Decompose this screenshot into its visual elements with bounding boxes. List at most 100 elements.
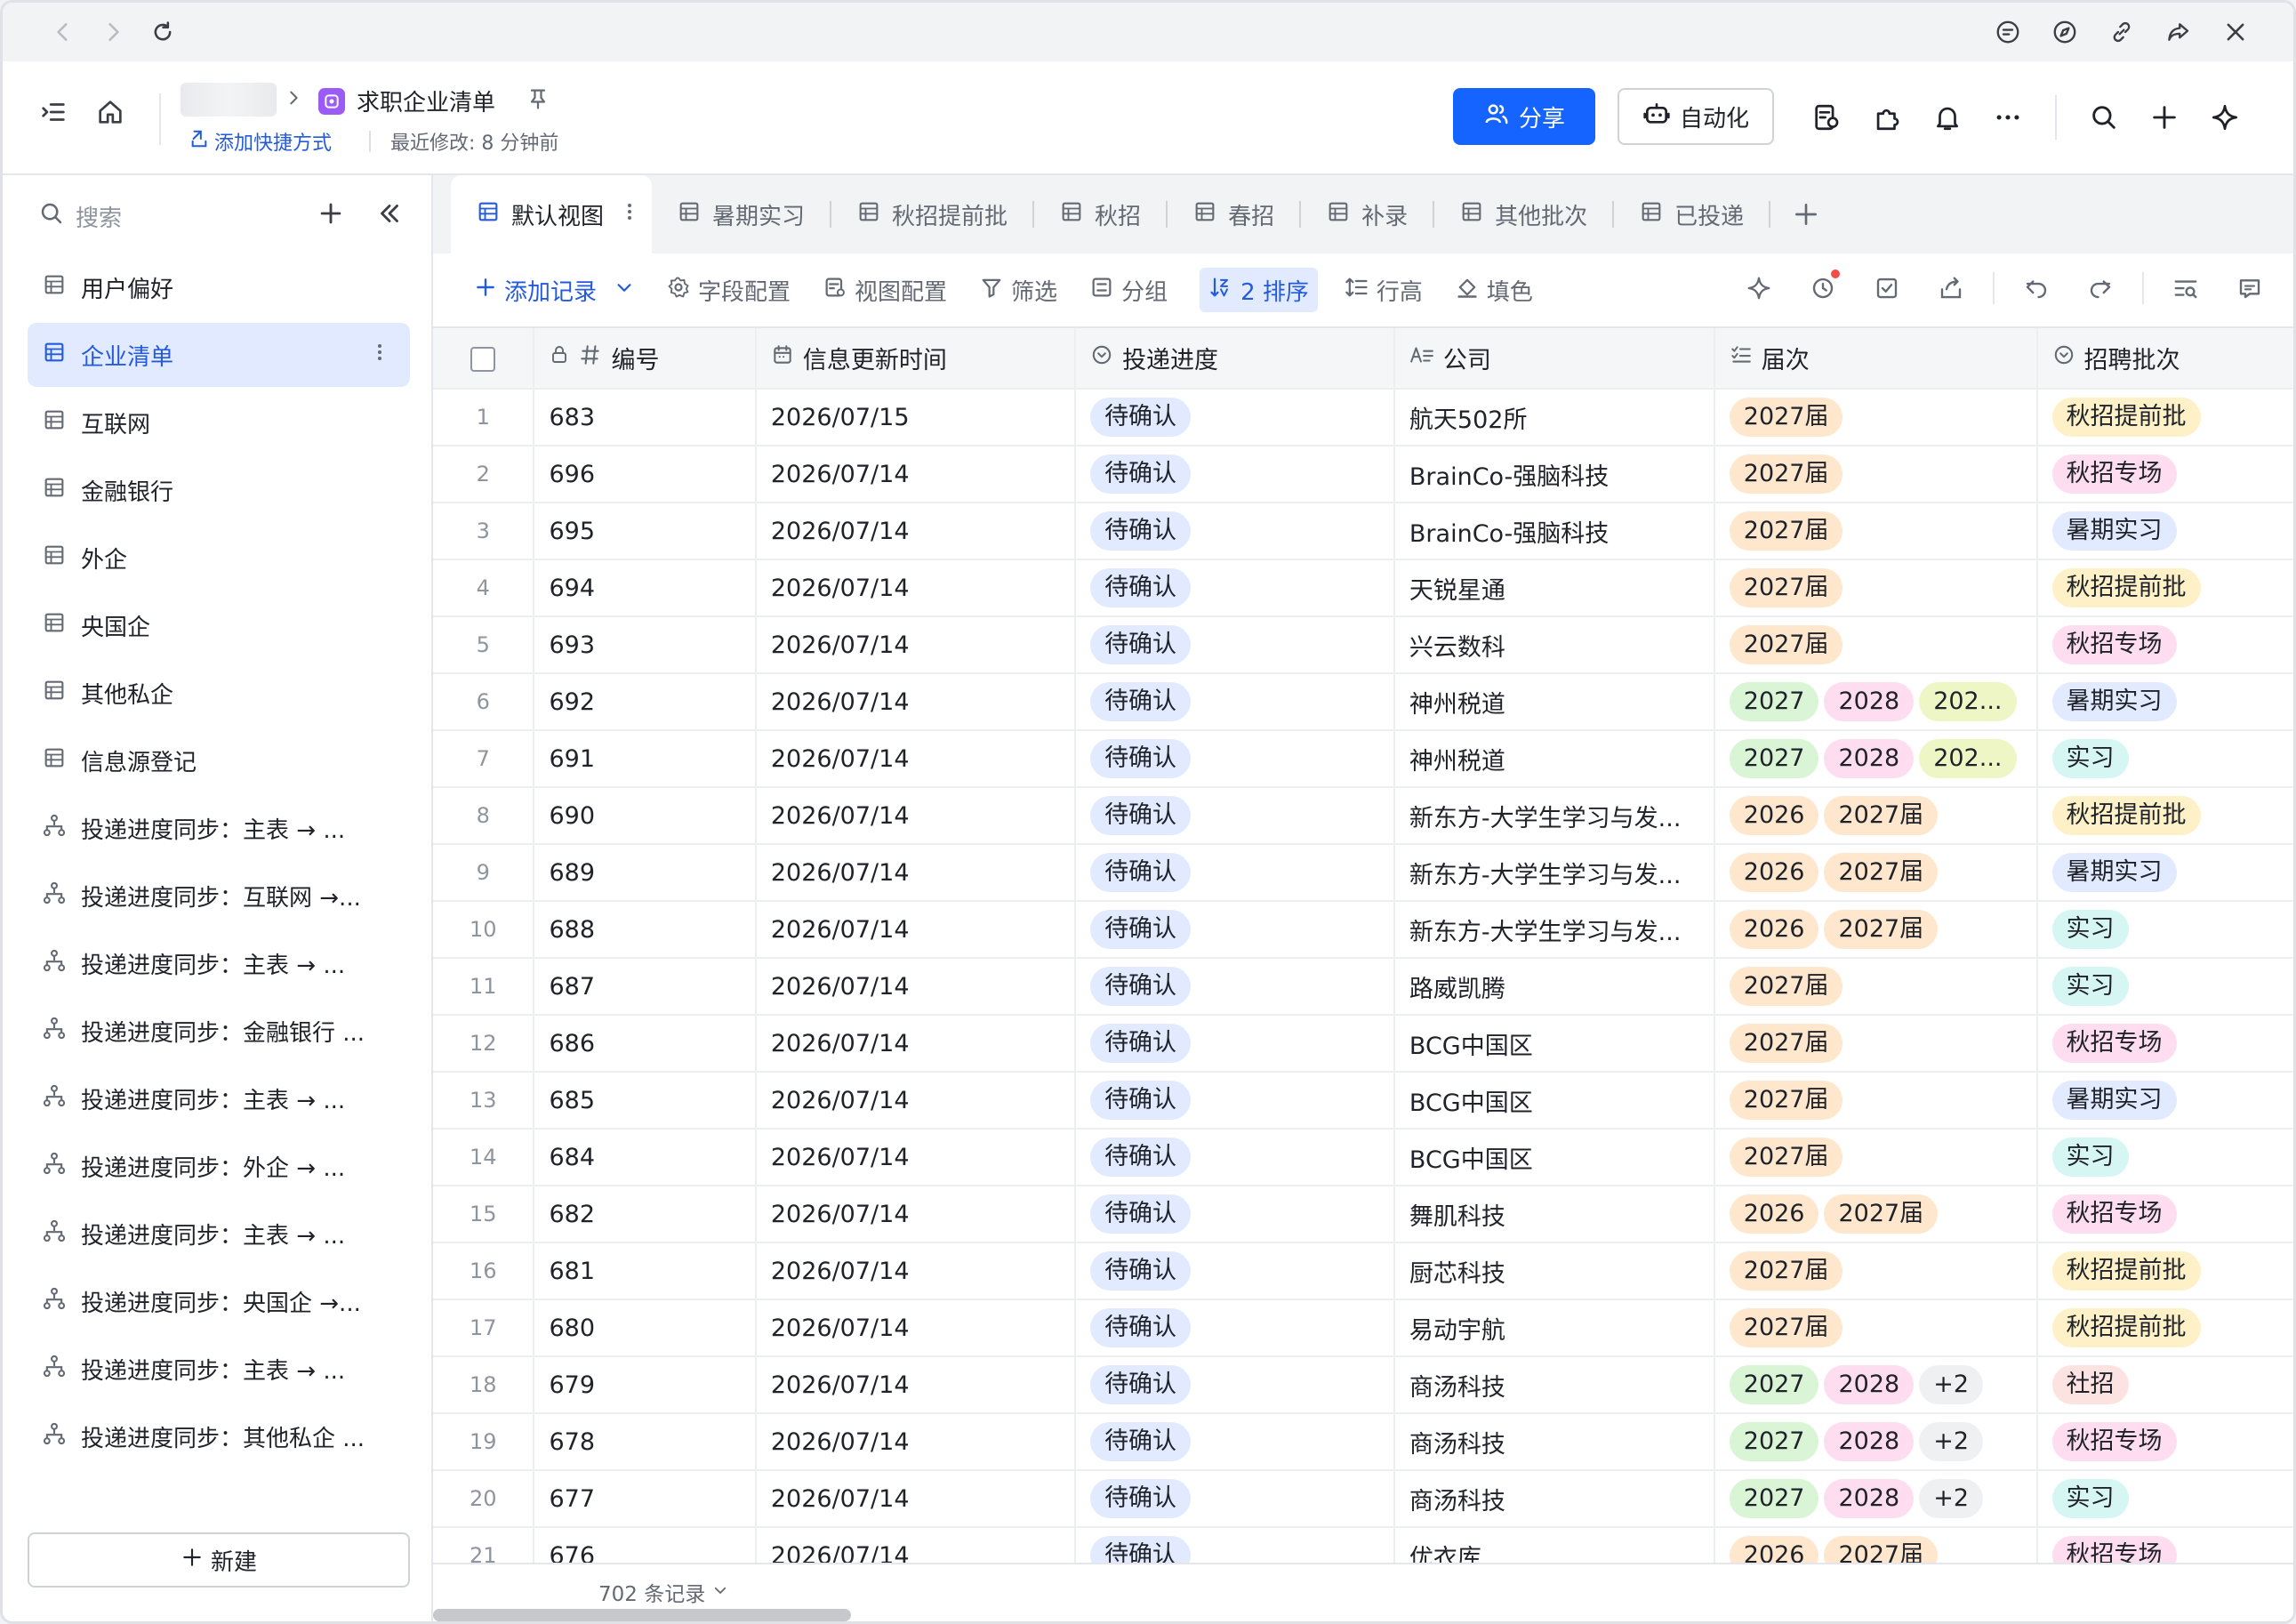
field-config-button[interactable]: 字段配置 (666, 268, 791, 312)
home-icon[interactable] (95, 97, 125, 131)
cell-company[interactable]: 兴云数科 (1393, 616, 1715, 674)
cell-cohort[interactable]: 2027届 (1714, 446, 2038, 503)
cell-progress[interactable]: 待确认 (1075, 616, 1395, 674)
cell-id[interactable]: 684 (534, 1129, 757, 1186)
sidebar-item[interactable]: 央国企 (28, 593, 410, 657)
cell-progress[interactable]: 待确认 (1075, 958, 1395, 1016)
cell-progress[interactable]: 待确认 (1075, 1527, 1395, 1563)
cell-progress[interactable]: 待确认 (1075, 1242, 1395, 1300)
cell-batch[interactable]: 实习 (2036, 1129, 2293, 1186)
new-table-button[interactable]: 新建 (28, 1532, 410, 1588)
view-tab[interactable]: 已投递 (1614, 175, 1769, 253)
column-header-updated-time[interactable]: 信息更新时间 (755, 328, 1077, 390)
cell-updated-time[interactable]: 2026/07/14 (755, 1072, 1077, 1130)
cell-company[interactable]: 新东方-大学生学习与发... (1393, 844, 1715, 902)
plugin-icon[interactable] (1865, 95, 1909, 140)
table-row[interactable]: 10 688 2026/07/14 待确认 新东方-大学生学习与发... 2026 2027… (433, 901, 2293, 959)
cell-batch[interactable]: 实习 (2036, 730, 2293, 788)
bell-icon[interactable] (1925, 95, 1970, 140)
cell-id[interactable]: 685 (534, 1072, 757, 1130)
table-row[interactable]: 11 687 2026/07/14 待确认 路威凯腾 2027届 实习 (433, 958, 2293, 1016)
cell-id[interactable]: 680 (534, 1299, 757, 1357)
cell-updated-time[interactable]: 2026/07/14 (755, 1186, 1077, 1243)
view-config-button[interactable]: 视图配置 (823, 268, 947, 312)
checklist-icon[interactable] (1865, 266, 1909, 310)
table-row[interactable]: 20 677 2026/07/14 待确认 商汤科技 2027 2028 +2 实习 (433, 1470, 2293, 1528)
sidebar-item[interactable]: 投递进度同步：主表 → ... (28, 796, 410, 860)
filter-button[interactable]: 筛选 (979, 268, 1057, 312)
cell-batch[interactable]: 暑期实习 (2036, 844, 2293, 902)
cell-cohort[interactable]: 2026 2027届 (1714, 901, 2038, 959)
sidebar-item[interactable]: 外企 (28, 526, 410, 590)
cell-progress[interactable]: 待确认 (1075, 559, 1395, 617)
cell-batch[interactable]: 秋招专场 (2036, 1527, 2293, 1563)
sidebar-item[interactable]: 投递进度同步：外企 → ... (28, 1134, 410, 1198)
cell-cohort[interactable]: 2027届 (1714, 1015, 2038, 1073)
link-icon[interactable] (2099, 7, 2144, 57)
add-shortcut-link[interactable]: 添加快捷方式 (189, 127, 332, 156)
cell-cohort[interactable]: 2027届 (1714, 389, 2038, 446)
view-tab[interactable]: 补录 (1301, 175, 1433, 253)
sidebar-item[interactable]: 投递进度同步：互联网 →... (28, 864, 410, 928)
cell-batch[interactable]: 实习 (2036, 901, 2293, 959)
cell-batch[interactable]: 秋招提前批 (2036, 1299, 2293, 1357)
add-view-icon[interactable] (1770, 175, 1842, 253)
cell-cohort[interactable]: 2027 2028 +2 (1714, 1470, 2038, 1528)
cell-batch[interactable]: 秋招专场 (2036, 1413, 2293, 1471)
table-row[interactable]: 7 691 2026/07/14 待确认 神州税道 2027 2028 202... 实习 (433, 730, 2293, 788)
cell-progress[interactable]: 待确认 (1075, 1299, 1395, 1357)
ai-sparkle-icon[interactable] (2203, 95, 2247, 140)
breadcrumb-parent-blurred[interactable] (181, 83, 277, 117)
table-row[interactable]: 6 692 2026/07/14 待确认 神州税道 2027 2028 202... 暑期实习 (433, 673, 2293, 731)
cell-cohort[interactable]: 2027届 (1714, 1129, 2038, 1186)
cell-progress[interactable]: 待确认 (1075, 730, 1395, 788)
cell-company[interactable]: BCG中国区 (1393, 1015, 1715, 1073)
cell-progress[interactable]: 待确认 (1075, 844, 1395, 902)
cell-id[interactable]: 695 (534, 502, 757, 560)
sidebar-item[interactable]: 投递进度同步：其他私企 ... (28, 1404, 410, 1468)
cell-company[interactable]: 天锐星通 (1393, 559, 1715, 617)
cell-id[interactable]: 689 (534, 844, 757, 902)
cell-batch[interactable]: 暑期实习 (2036, 502, 2293, 560)
cell-updated-time[interactable]: 2026/07/14 (755, 844, 1077, 902)
table-row[interactable]: 17 680 2026/07/14 待确认 易动宇航 2027届 秋招提前批 (433, 1299, 2293, 1357)
share-button[interactable]: 分享 (1453, 88, 1595, 145)
cell-cohort[interactable]: 2026 2027届 (1714, 1527, 2038, 1563)
cell-progress[interactable]: 待确认 (1075, 673, 1395, 731)
sidebar-item[interactable]: 其他私企 (28, 661, 410, 725)
cell-progress[interactable]: 待确认 (1075, 1129, 1395, 1186)
table-row[interactable]: 4 694 2026/07/14 待确认 天锐星通 2027届 秋招提前批 (433, 559, 2293, 617)
automation-button[interactable]: 自动化 (1618, 88, 1774, 145)
cell-progress[interactable]: 待确认 (1075, 901, 1395, 959)
cell-updated-time[interactable]: 2026/07/14 (755, 1413, 1077, 1471)
group-button[interactable]: 分组 (1089, 268, 1168, 312)
view-tab[interactable]: 其他批次 (1434, 175, 1612, 253)
cell-cohort[interactable]: 2027届 (1714, 1242, 2038, 1300)
outline-toggle-icon[interactable] (38, 97, 68, 131)
close-icon[interactable] (2213, 7, 2258, 57)
form-icon[interactable] (1804, 95, 1849, 140)
table-row[interactable]: 8 690 2026/07/14 待确认 新东方-大学生学习与发... 2026 2027届… (433, 787, 2293, 845)
view-tab[interactable]: 暑期实习 (652, 175, 830, 253)
cell-updated-time[interactable]: 2026/07/14 (755, 730, 1077, 788)
forward-icon[interactable] (88, 7, 138, 57)
history-icon[interactable] (1801, 266, 1845, 310)
comment-icon[interactable] (2228, 266, 2272, 310)
cell-updated-time[interactable]: 2026/07/15 (755, 389, 1077, 446)
cell-batch[interactable]: 秋招专场 (2036, 446, 2293, 503)
cell-progress[interactable]: 待确认 (1075, 1356, 1395, 1414)
row-height-button[interactable]: 行高 (1345, 268, 1423, 312)
cell-id[interactable]: 690 (534, 787, 757, 845)
export-share-icon[interactable] (1929, 266, 1973, 310)
cell-updated-time[interactable]: 2026/07/14 (755, 559, 1077, 617)
table-row[interactable]: 13 685 2026/07/14 待确认 BCG中国区 2027届 暑期实习 (433, 1072, 2293, 1130)
table-row[interactable]: 16 681 2026/07/14 待确认 厨芯科技 2027届 秋招提前批 (433, 1242, 2293, 1300)
cell-id[interactable]: 693 (534, 616, 757, 674)
cell-id[interactable]: 679 (534, 1356, 757, 1414)
cell-company[interactable]: 商汤科技 (1393, 1413, 1715, 1471)
more-vertical-icon[interactable] (369, 339, 390, 372)
cell-batch[interactable]: 社招 (2036, 1356, 2293, 1414)
cell-cohort[interactable]: 2027 2028 +2 (1714, 1413, 2038, 1471)
table-row[interactable]: 18 679 2026/07/14 待确认 商汤科技 2027 2028 +2 社招 (433, 1356, 2293, 1414)
cell-id[interactable]: 692 (534, 673, 757, 731)
